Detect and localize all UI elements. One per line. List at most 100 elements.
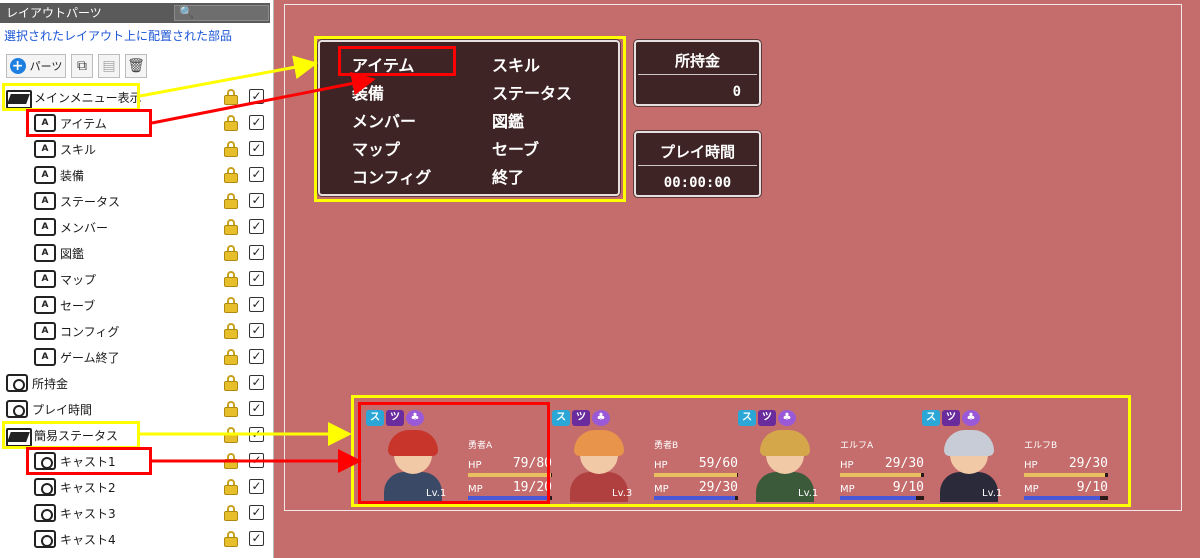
hp-label: HP: [654, 460, 668, 471]
level-label: Lv.1: [798, 488, 819, 499]
tree-row-label: メンバー: [60, 220, 109, 235]
search-icon[interactable]: 🔍: [179, 5, 194, 19]
divider: [638, 165, 757, 166]
mp-gauge: [1024, 496, 1108, 500]
tree-row[interactable]: A セーブ ✓: [0, 292, 274, 318]
unlock-icon[interactable]: [224, 427, 238, 443]
state-icons: スツ ♣: [922, 410, 980, 426]
visibility-checkbox[interactable]: ✓: [249, 479, 264, 494]
tree-row[interactable]: A スキル ✓: [0, 136, 274, 162]
copy-button[interactable]: ⧉: [71, 54, 93, 78]
unlock-icon[interactable]: [224, 167, 238, 183]
visibility-checkbox[interactable]: ✓: [249, 531, 264, 546]
unlock-icon[interactable]: [224, 349, 238, 365]
tree-row-label: スキル: [60, 142, 97, 157]
unlock-icon[interactable]: [224, 219, 238, 235]
paste-icon: ▤: [102, 58, 116, 74]
tree-row[interactable]: A 図鑑 ✓: [0, 240, 274, 266]
tree-row[interactable]: A ゲーム終了 ✓: [0, 344, 274, 370]
cast-status[interactable]: スツ ♣ エルフA HP 29/30 MP 9/10 Lv.1: [738, 410, 926, 506]
add-parts-button[interactable]: + パーツ: [6, 54, 66, 78]
unlock-icon[interactable]: [224, 401, 238, 417]
visibility-checkbox[interactable]: ✓: [249, 505, 264, 520]
text-part-icon: A: [34, 270, 56, 288]
cast-part-icon: [34, 504, 56, 522]
state-icon: ツ: [942, 410, 960, 426]
visibility-checkbox[interactable]: ✓: [249, 453, 264, 468]
cast-part-icon: [34, 478, 56, 496]
cast1-highlight: [358, 402, 550, 504]
visibility-checkbox[interactable]: ✓: [249, 167, 264, 182]
unlock-icon[interactable]: [224, 505, 238, 521]
tree-row[interactable]: キャスト3 ✓: [0, 500, 274, 526]
unlock-icon[interactable]: [224, 323, 238, 339]
tree-row[interactable]: キャスト2 ✓: [0, 474, 274, 500]
unlock-icon[interactable]: [224, 375, 238, 391]
tree-row[interactable]: A ステータス ✓: [0, 188, 274, 214]
tree-row[interactable]: プレイ時間 ✓: [0, 396, 274, 422]
tree-row[interactable]: A コンフィグ ✓: [0, 318, 274, 344]
unlock-icon[interactable]: [224, 271, 238, 287]
visibility-checkbox[interactable]: ✓: [249, 115, 264, 130]
visibility-checkbox[interactable]: ✓: [249, 401, 264, 416]
visibility-checkbox[interactable]: ✓: [249, 141, 264, 156]
visibility-checkbox[interactable]: ✓: [249, 89, 264, 104]
tree-row[interactable]: A 装備 ✓: [0, 162, 274, 188]
cast-status[interactable]: スツ ♣ エルフB HP 29/30 MP 9/10 Lv.1: [922, 410, 1110, 506]
mp-value: 29/30: [698, 480, 738, 495]
copy-icon: ⧉: [77, 58, 87, 74]
gold-value: 0: [732, 84, 741, 100]
visibility-checkbox[interactable]: ✓: [249, 193, 264, 208]
plus-icon: +: [9, 58, 26, 74]
paste-button[interactable]: ▤: [98, 54, 120, 78]
state-icon: ス: [922, 410, 940, 426]
tree-row-label: 所持金: [32, 376, 69, 391]
visibility-checkbox[interactable]: ✓: [249, 349, 264, 364]
state-icon: ♣: [778, 410, 796, 426]
hp-label: HP: [840, 460, 854, 471]
state-icon: ♣: [962, 410, 980, 426]
unlock-icon[interactable]: [224, 297, 238, 313]
hp-value: 29/30: [884, 456, 924, 471]
search-input[interactable]: 🔍: [174, 5, 269, 21]
gold-title: 所持金: [674, 52, 720, 70]
visibility-checkbox[interactable]: ✓: [249, 245, 264, 260]
toolbar: + パーツ ⧉ ▤ 🗑: [6, 53, 147, 79]
unlock-icon[interactable]: [224, 453, 238, 469]
unlock-icon[interactable]: [224, 141, 238, 157]
unlock-icon[interactable]: [224, 479, 238, 495]
state-icon: ス: [738, 410, 756, 426]
tree-row[interactable]: キャスト4 ✓: [0, 526, 274, 552]
visibility-checkbox[interactable]: ✓: [249, 219, 264, 234]
visibility-checkbox[interactable]: ✓: [249, 375, 264, 390]
visibility-checkbox[interactable]: ✓: [249, 297, 264, 312]
unlock-icon[interactable]: [224, 531, 238, 547]
text-part-icon: A: [34, 322, 56, 340]
unlock-icon[interactable]: [224, 89, 238, 105]
gold-window: 所持金 0: [634, 40, 761, 106]
text-part-icon: A: [34, 244, 56, 262]
hp-gauge: [1024, 473, 1108, 477]
delete-button[interactable]: 🗑: [125, 54, 147, 78]
visibility-checkbox[interactable]: ✓: [249, 427, 264, 442]
unlock-icon[interactable]: [224, 193, 238, 209]
hp-value: 29/30: [1068, 456, 1108, 471]
text-part-icon: A: [34, 348, 56, 366]
tree-row-label: コンフィグ: [60, 324, 120, 339]
cast-name: エルフA: [840, 441, 874, 451]
tree-row-label: キャスト3: [60, 506, 116, 521]
state-icons: スツ ♣: [738, 410, 796, 426]
tree-row[interactable]: 所持金 ✓: [0, 370, 274, 396]
visibility-checkbox[interactable]: ✓: [249, 271, 264, 286]
tree-row[interactable]: A メンバー ✓: [0, 214, 274, 240]
unlock-icon[interactable]: [224, 115, 238, 131]
unlock-icon[interactable]: [224, 245, 238, 261]
visibility-checkbox[interactable]: ✓: [249, 323, 264, 338]
tree-row[interactable]: A マップ ✓: [0, 266, 274, 292]
cast-status[interactable]: スツ ♣ 勇者B HP 59/60 MP 29/30 Lv.3: [552, 410, 740, 506]
tree-row-label: ゲーム終了: [60, 350, 120, 365]
tree-row-label: 図鑑: [60, 246, 85, 261]
level-label: Lv.1: [982, 488, 1003, 499]
hp-label: HP: [1024, 460, 1038, 471]
panel-description: 選択されたレイアウト上に配置された部品: [4, 29, 233, 43]
